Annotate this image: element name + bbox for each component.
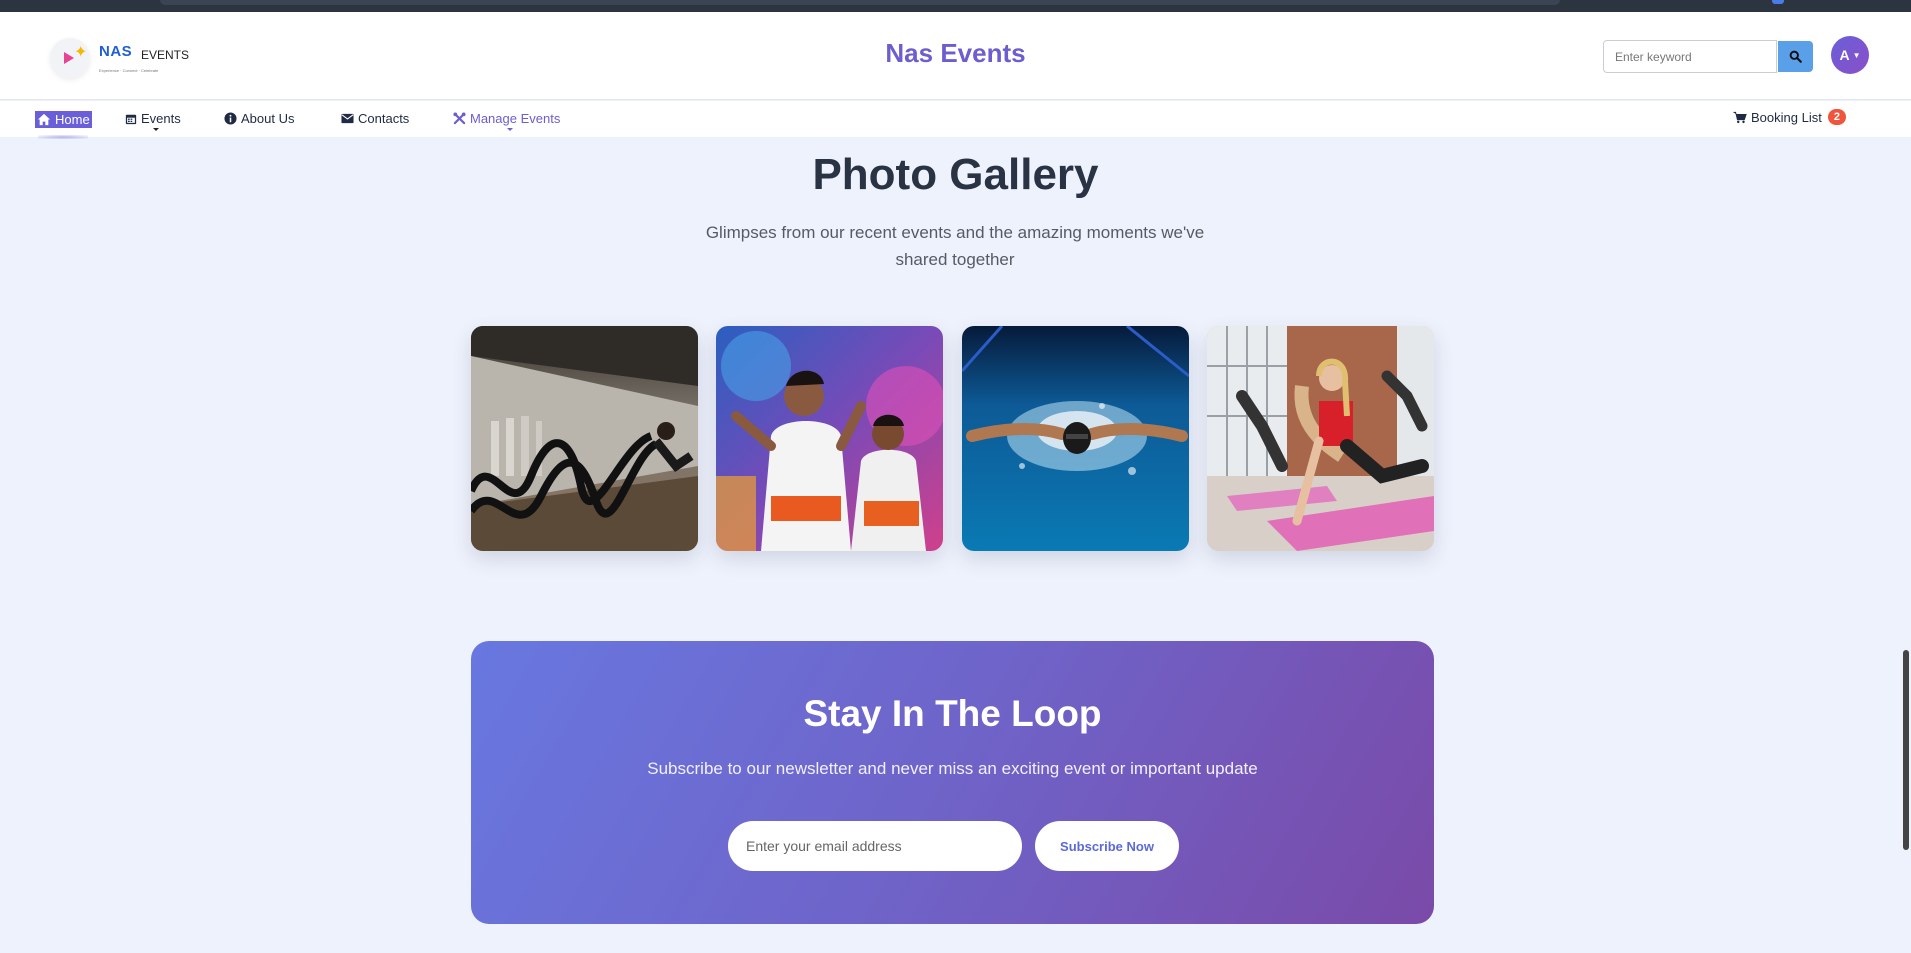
chevron-down-icon: ▼ — [1852, 50, 1861, 60]
nav-label-events: Events — [141, 111, 181, 126]
newsletter-title: Stay In The Loop — [803, 693, 1102, 734]
browser-indicator — [1772, 0, 1784, 4]
user-avatar-dropdown[interactable]: A ▼ — [1831, 36, 1869, 74]
nav-label-contacts: Contacts — [358, 111, 410, 126]
main-nav: Home Events About Us Contacts Manage Eve… — [0, 101, 1911, 139]
calendar-icon — [125, 114, 137, 124]
gallery-title: Photo Gallery — [812, 150, 1099, 199]
nav-item-about[interactable]: About Us — [224, 111, 294, 126]
search-button[interactable] — [1778, 41, 1813, 72]
browser-top-strip — [0, 0, 1911, 12]
active-indicator — [38, 135, 88, 139]
gallery-subtitle: Glimpses from our recent events and the … — [705, 223, 1205, 269]
gallery-photo-fitness[interactable] — [1207, 326, 1434, 551]
nav-label-home: Home — [55, 112, 90, 127]
gallery-photo-gym[interactable] — [471, 326, 698, 551]
events-dropdown-caret-icon — [153, 128, 159, 131]
newsletter-email-input[interactable] — [728, 821, 1022, 871]
envelope-icon — [341, 113, 354, 124]
page-scrollbar[interactable] — [1903, 650, 1909, 850]
search-icon — [1789, 50, 1802, 63]
nav-item-home[interactable]: Home — [35, 111, 92, 128]
tools-icon — [453, 112, 466, 125]
booking-list-link[interactable]: Booking List 2 — [1733, 109, 1846, 125]
newsletter-section: Stay In The Loop Subscribe to our newsle… — [471, 641, 1434, 924]
nav-item-contacts[interactable]: Contacts — [341, 111, 409, 126]
nav-label-about: About Us — [241, 111, 295, 126]
newsletter-text: Subscribe to our newsletter and never mi… — [647, 759, 1258, 778]
info-icon — [224, 112, 237, 125]
avatar-initial: A — [1839, 47, 1850, 63]
nav-label-manage-events: Manage Events — [470, 111, 561, 126]
cart-icon — [1733, 111, 1747, 123]
home-icon — [37, 113, 51, 126]
search-input[interactable] — [1603, 40, 1777, 73]
nav-item-manage-events[interactable]: Manage Events — [453, 111, 560, 126]
booking-list-label: Booking List — [1751, 109, 1822, 125]
gallery-photo-festival[interactable] — [716, 326, 943, 551]
manage-dropdown-caret-icon — [507, 128, 513, 131]
booking-count-badge: 2 — [1827, 109, 1846, 125]
subscribe-button[interactable]: Subscribe Now — [1035, 821, 1179, 871]
nav-item-events[interactable]: Events — [125, 111, 181, 126]
site-header: ✦ NAS EVENTS Experience · Connect · Cele… — [0, 12, 1911, 100]
gallery-photo-swimming[interactable] — [962, 326, 1189, 551]
browser-tab-bar — [160, 0, 1560, 5]
